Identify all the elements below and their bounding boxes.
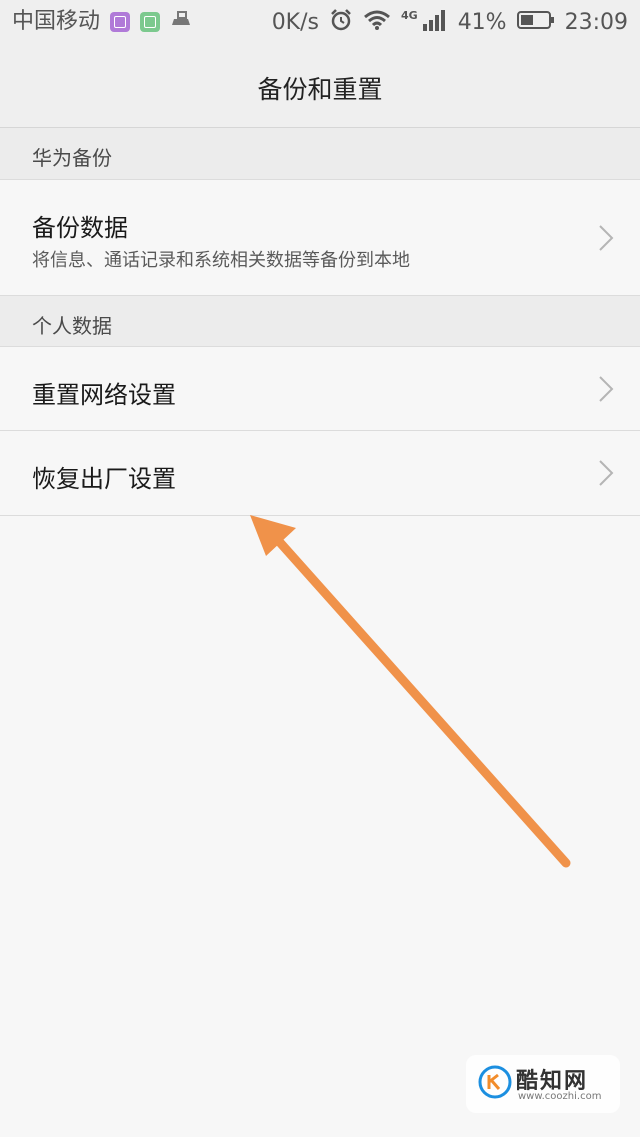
watermark-url: www.coozhi.com — [518, 1091, 602, 1102]
row-subtitle: 将信息、通话记录和系统相关数据等备份到本地 — [32, 250, 410, 271]
factory-reset-row[interactable]: 恢复出厂设置 — [0, 431, 640, 516]
watermark: 酷知网 www.coozhi.com — [466, 1055, 620, 1113]
carrier-name: 中国移动 — [12, 9, 101, 34]
section-label: 华为备份 — [32, 146, 112, 170]
chevron-right-icon — [599, 376, 614, 402]
row-title: 重置网络设置 — [32, 381, 176, 409]
battery-percent: 41% — [457, 10, 507, 35]
status-bar-right: 0K/s 4G 41% 23:09 — [272, 8, 628, 38]
chevron-right-icon — [599, 225, 614, 251]
row-title: 备份数据 — [32, 214, 128, 242]
signal-strength-icon — [422, 8, 448, 38]
section-header-huawei-backup: 华为备份 — [0, 128, 640, 180]
wifi-icon — [363, 9, 391, 37]
section-label: 个人数据 — [32, 314, 112, 338]
network-speed: 0K/s — [271, 10, 319, 35]
chevron-right-icon — [599, 460, 614, 486]
clock: 23:09 — [564, 10, 628, 35]
title-bar: 备份和重置 — [0, 44, 640, 128]
grid-app-icon — [140, 12, 161, 32]
alarm-icon — [329, 8, 353, 38]
backup-data-row[interactable]: 备份数据 将信息、通话记录和系统相关数据等备份到本地 — [0, 180, 640, 296]
network-type-badge: 4G — [401, 8, 418, 22]
page-title: 备份和重置 — [257, 75, 383, 104]
gallery-app-icon — [110, 12, 131, 32]
status-bar: 中国移动 0K/s 4G 41% 23:09 — [0, 0, 640, 44]
battery-icon — [516, 10, 555, 36]
reset-network-settings-row[interactable]: 重置网络设置 — [0, 347, 640, 431]
row-title: 恢复出厂设置 — [32, 465, 176, 493]
coozhi-logo-icon — [478, 1065, 512, 1099]
status-bar-left: 中国移动 — [12, 8, 192, 36]
usb-debug-icon — [170, 9, 192, 35]
section-header-personal-data: 个人数据 — [0, 296, 640, 347]
